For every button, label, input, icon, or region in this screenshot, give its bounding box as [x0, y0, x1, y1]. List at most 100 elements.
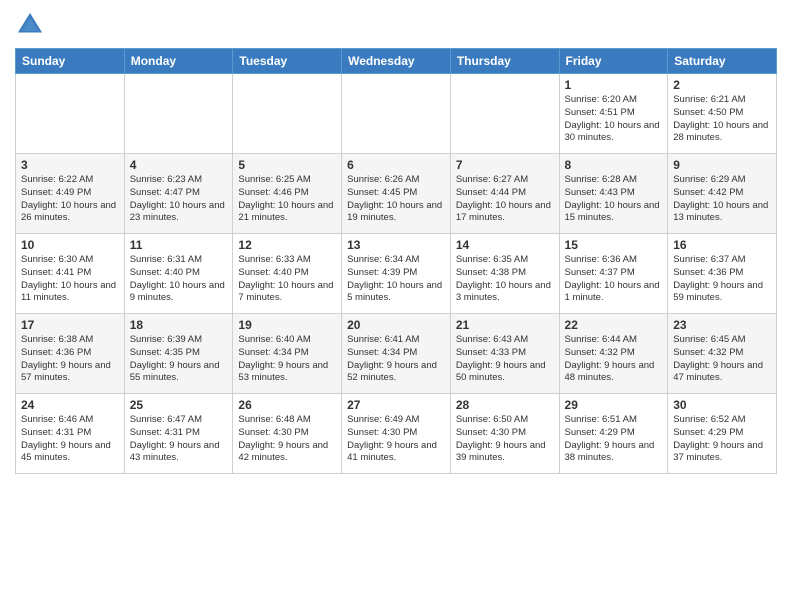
day-info: Sunrise: 6:51 AM Sunset: 4:29 PM Dayligh… — [565, 414, 663, 465]
calendar-cell: 23 Sunrise: 6:45 AM Sunset: 4:32 PM Dayli… — [668, 314, 777, 394]
day-number: 6 — [347, 158, 445, 172]
weekday-thursday: Thursday — [450, 49, 559, 74]
day-info: Sunrise: 6:20 AM Sunset: 4:51 PM Dayligh… — [565, 94, 663, 145]
day-number: 21 — [456, 318, 554, 332]
calendar-cell — [450, 74, 559, 154]
calendar-body: 1 Sunrise: 6:20 AM Sunset: 4:51 PM Daylig… — [16, 74, 777, 474]
calendar-cell: 18Sunrise: 6:39 AM Sunset: 4:35 PM Dayli… — [124, 314, 233, 394]
day-number: 29 — [565, 398, 663, 412]
day-info: Sunrise: 6:22 AM Sunset: 4:49 PM Dayligh… — [21, 174, 119, 225]
day-info: Sunrise: 6:46 AM Sunset: 4:31 PM Dayligh… — [21, 414, 119, 465]
day-info: Sunrise: 6:48 AM Sunset: 4:30 PM Dayligh… — [238, 414, 336, 465]
calendar-cell: 12Sunrise: 6:33 AM Sunset: 4:40 PM Dayli… — [233, 234, 342, 314]
weekday-tuesday: Tuesday — [233, 49, 342, 74]
day-info: Sunrise: 6:52 AM Sunset: 4:29 PM Dayligh… — [673, 414, 771, 465]
day-number: 19 — [238, 318, 336, 332]
calendar-week-4: 24 Sunrise: 6:46 AM Sunset: 4:31 PM Dayli… — [16, 394, 777, 474]
day-number: 17 — [21, 318, 119, 332]
day-info: Sunrise: 6:45 AM Sunset: 4:32 PM Dayligh… — [673, 334, 771, 385]
day-number: 26 — [238, 398, 336, 412]
calendar-week-1: 3 Sunrise: 6:22 AM Sunset: 4:49 PM Daylig… — [16, 154, 777, 234]
day-number: 28 — [456, 398, 554, 412]
calendar-cell: 24 Sunrise: 6:46 AM Sunset: 4:31 PM Dayli… — [16, 394, 125, 474]
day-number: 8 — [565, 158, 663, 172]
calendar-cell: 10 Sunrise: 6:30 AM Sunset: 4:41 PM Dayli… — [16, 234, 125, 314]
calendar-cell: 29 Sunrise: 6:51 AM Sunset: 4:29 PM Dayli… — [559, 394, 668, 474]
calendar-table: SundayMondayTuesdayWednesdayThursdayFrid… — [15, 48, 777, 474]
day-number: 23 — [673, 318, 771, 332]
calendar-cell: 11 Sunrise: 6:31 AM Sunset: 4:40 PM Dayli… — [124, 234, 233, 314]
day-number: 10 — [21, 238, 119, 252]
logo — [15, 10, 49, 40]
day-info: Sunrise: 6:30 AM Sunset: 4:41 PM Dayligh… — [21, 254, 119, 305]
day-info: Sunrise: 6:43 AM Sunset: 4:33 PM Dayligh… — [456, 334, 554, 385]
day-info: Sunrise: 6:44 AM Sunset: 4:32 PM Dayligh… — [565, 334, 663, 385]
day-info: Sunrise: 6:27 AM Sunset: 4:44 PM Dayligh… — [456, 174, 554, 225]
day-info: Sunrise: 6:23 AM Sunset: 4:47 PM Dayligh… — [130, 174, 228, 225]
weekday-sunday: Sunday — [16, 49, 125, 74]
day-number: 12 — [238, 238, 336, 252]
calendar-cell: 8 Sunrise: 6:28 AM Sunset: 4:43 PM Daylig… — [559, 154, 668, 234]
calendar-week-3: 17 Sunrise: 6:38 AM Sunset: 4:36 PM Dayli… — [16, 314, 777, 394]
day-number: 4 — [130, 158, 228, 172]
main-container: SundayMondayTuesdayWednesdayThursdayFrid… — [0, 0, 792, 612]
weekday-monday: Monday — [124, 49, 233, 74]
day-number: 11 — [130, 238, 228, 252]
day-number: 16 — [673, 238, 771, 252]
calendar-cell: 5Sunrise: 6:25 AM Sunset: 4:46 PM Daylig… — [233, 154, 342, 234]
day-number: 3 — [21, 158, 119, 172]
day-info: Sunrise: 6:47 AM Sunset: 4:31 PM Dayligh… — [130, 414, 228, 465]
day-info: Sunrise: 6:50 AM Sunset: 4:30 PM Dayligh… — [456, 414, 554, 465]
day-number: 9 — [673, 158, 771, 172]
calendar-cell — [124, 74, 233, 154]
calendar-cell: 21 Sunrise: 6:43 AM Sunset: 4:33 PM Dayli… — [450, 314, 559, 394]
calendar-cell — [233, 74, 342, 154]
day-number: 20 — [347, 318, 445, 332]
day-info: Sunrise: 6:49 AM Sunset: 4:30 PM Dayligh… — [347, 414, 445, 465]
day-info: Sunrise: 6:26 AM Sunset: 4:45 PM Dayligh… — [347, 174, 445, 225]
calendar-cell — [342, 74, 451, 154]
calendar-cell: 30 Sunrise: 6:52 AM Sunset: 4:29 PM Dayli… — [668, 394, 777, 474]
logo-icon — [15, 10, 45, 40]
calendar-cell: 15 Sunrise: 6:36 AM Sunset: 4:37 PM Dayli… — [559, 234, 668, 314]
day-info: Sunrise: 6:28 AM Sunset: 4:43 PM Dayligh… — [565, 174, 663, 225]
day-info: Sunrise: 6:37 AM Sunset: 4:36 PM Dayligh… — [673, 254, 771, 305]
day-number: 1 — [565, 78, 663, 92]
day-number: 18 — [130, 318, 228, 332]
calendar-cell: 27 Sunrise: 6:49 AM Sunset: 4:30 PM Dayli… — [342, 394, 451, 474]
calendar-week-2: 10 Sunrise: 6:30 AM Sunset: 4:41 PM Dayli… — [16, 234, 777, 314]
day-info: Sunrise: 6:41 AM Sunset: 4:34 PM Dayligh… — [347, 334, 445, 385]
calendar-cell: 25Sunrise: 6:47 AM Sunset: 4:31 PM Dayli… — [124, 394, 233, 474]
calendar-cell: 14Sunrise: 6:35 AM Sunset: 4:38 PM Dayli… — [450, 234, 559, 314]
day-number: 15 — [565, 238, 663, 252]
day-number: 30 — [673, 398, 771, 412]
day-info: Sunrise: 6:36 AM Sunset: 4:37 PM Dayligh… — [565, 254, 663, 305]
calendar-cell: 26 Sunrise: 6:48 AM Sunset: 4:30 PM Dayli… — [233, 394, 342, 474]
calendar-cell: 2 Sunrise: 6:21 AM Sunset: 4:50 PM Daylig… — [668, 74, 777, 154]
calendar-cell — [16, 74, 125, 154]
weekday-saturday: Saturday — [668, 49, 777, 74]
day-number: 27 — [347, 398, 445, 412]
day-info: Sunrise: 6:25 AM Sunset: 4:46 PM Dayligh… — [238, 174, 336, 225]
calendar-cell: 16 Sunrise: 6:37 AM Sunset: 4:36 PM Dayli… — [668, 234, 777, 314]
day-info: Sunrise: 6:29 AM Sunset: 4:42 PM Dayligh… — [673, 174, 771, 225]
day-number: 2 — [673, 78, 771, 92]
weekday-wednesday: Wednesday — [342, 49, 451, 74]
calendar-cell: 19 Sunrise: 6:40 AM Sunset: 4:34 PM Dayli… — [233, 314, 342, 394]
day-number: 24 — [21, 398, 119, 412]
calendar-cell: 3 Sunrise: 6:22 AM Sunset: 4:49 PM Daylig… — [16, 154, 125, 234]
calendar-cell: 17 Sunrise: 6:38 AM Sunset: 4:36 PM Dayli… — [16, 314, 125, 394]
day-info: Sunrise: 6:38 AM Sunset: 4:36 PM Dayligh… — [21, 334, 119, 385]
day-info: Sunrise: 6:31 AM Sunset: 4:40 PM Dayligh… — [130, 254, 228, 305]
calendar-cell: 1 Sunrise: 6:20 AM Sunset: 4:51 PM Daylig… — [559, 74, 668, 154]
calendar-cell: 7Sunrise: 6:27 AM Sunset: 4:44 PM Daylig… — [450, 154, 559, 234]
day-number: 13 — [347, 238, 445, 252]
calendar-week-0: 1 Sunrise: 6:20 AM Sunset: 4:51 PM Daylig… — [16, 74, 777, 154]
day-info: Sunrise: 6:34 AM Sunset: 4:39 PM Dayligh… — [347, 254, 445, 305]
calendar-cell: 4 Sunrise: 6:23 AM Sunset: 4:47 PM Daylig… — [124, 154, 233, 234]
calendar-cell: 6 Sunrise: 6:26 AM Sunset: 4:45 PM Daylig… — [342, 154, 451, 234]
day-info: Sunrise: 6:40 AM Sunset: 4:34 PM Dayligh… — [238, 334, 336, 385]
day-info: Sunrise: 6:21 AM Sunset: 4:50 PM Dayligh… — [673, 94, 771, 145]
calendar-cell: 13 Sunrise: 6:34 AM Sunset: 4:39 PM Dayli… — [342, 234, 451, 314]
weekday-header-row: SundayMondayTuesdayWednesdayThursdayFrid… — [16, 49, 777, 74]
